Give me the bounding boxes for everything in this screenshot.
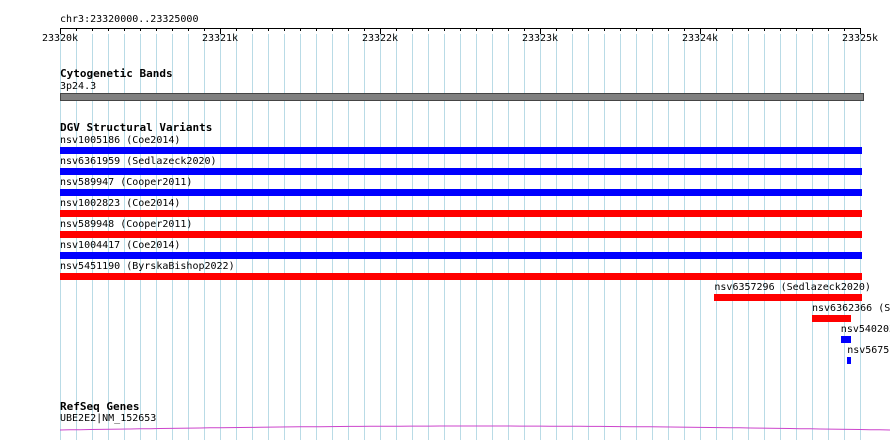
ruler-tick-label: 23323k <box>521 33 559 44</box>
ruler-tick-label: 23321k <box>201 33 239 44</box>
variant-label[interactable]: nsv1005186 (Coe2014) <box>60 135 180 147</box>
variant-label[interactable]: nsv589947 (Cooper2011) <box>60 177 192 189</box>
dgv-track-title: DGV Structural Variants <box>60 121 213 134</box>
refseq-track-title: RefSeq Genes <box>60 400 140 413</box>
variant-label[interactable]: nsv1004417 (Coe2014) <box>60 240 180 252</box>
variant-label[interactable]: nsv6361959 (Sedlazeck2020) <box>60 156 217 168</box>
variant-label[interactable]: nsv5675 <box>847 345 889 357</box>
variant-bar-gain[interactable] <box>840 336 851 343</box>
variant-bar-loss[interactable] <box>60 210 862 217</box>
variant-bar-gain[interactable] <box>60 147 862 154</box>
variant-label[interactable]: nsv1002823 (Coe2014) <box>60 198 180 210</box>
variant-bar-loss[interactable] <box>812 315 851 322</box>
variant-bar-gain[interactable] <box>847 357 851 364</box>
ruler-scale <box>60 28 861 34</box>
variant-bar-loss[interactable] <box>60 273 862 280</box>
variant-label[interactable]: nsv6362366 (S <box>812 303 890 315</box>
variant-bar-loss[interactable] <box>60 231 862 238</box>
variant-label[interactable]: nsv589948 (Cooper2011) <box>60 219 192 231</box>
gene-model[interactable] <box>0 420 890 440</box>
cytoband-track-title: Cytogenetic Bands <box>60 67 173 80</box>
ruler-tick-label: 23320k <box>41 33 79 44</box>
variant-bar-gain[interactable] <box>60 168 862 175</box>
variant-bar-loss[interactable] <box>714 294 862 301</box>
variant-bar-gain[interactable] <box>60 189 862 196</box>
ruler[interactable]: chr3:23320000..23325000 23320k 23321k 2332… <box>0 0 890 50</box>
variant-bar-gain[interactable] <box>60 252 862 259</box>
variant-label[interactable]: nsv6357296 (Sedlazeck2020) <box>714 282 871 294</box>
ruler-tick-label: 23324k <box>681 33 719 44</box>
ruler-tick-label: 23322k <box>361 33 399 44</box>
cytoband-bar[interactable] <box>60 93 864 101</box>
ruler-tick-label: 23325k <box>841 33 879 44</box>
variant-label[interactable]: nsv5451190 (ByrskaBishop2022) <box>60 261 235 273</box>
gene-intron-line[interactable] <box>59 425 890 431</box>
cytoband-label: 3p24.3 <box>60 81 97 92</box>
variant-label[interactable]: nsv540203 <box>841 324 890 336</box>
